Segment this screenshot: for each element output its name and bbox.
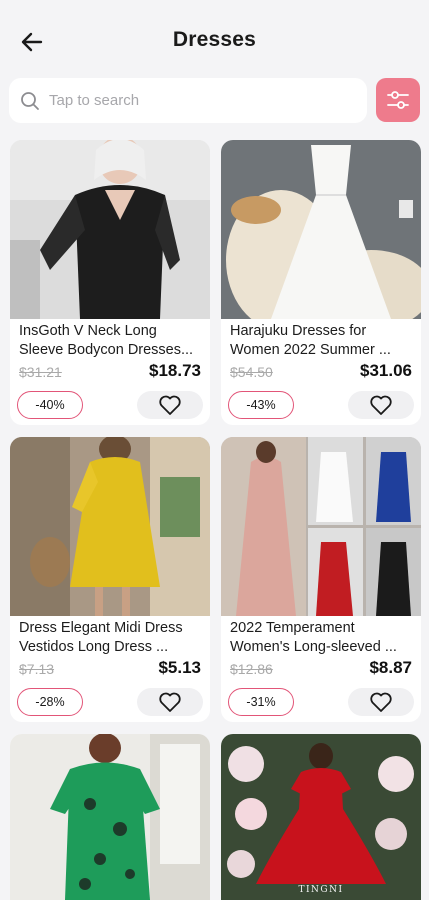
sale-price: $18.73 [149,361,201,380]
product-image[interactable] [10,734,210,900]
sale-price: $31.06 [360,361,412,380]
search-input[interactable] [49,92,339,109]
sale-price: $5.13 [158,658,201,677]
favorite-button[interactable] [137,391,203,419]
brand-watermark: TINGNI [298,885,343,895]
product-image[interactable] [10,437,210,616]
discount-badge: -28% [17,688,83,716]
sale-price: $8.87 [369,658,412,677]
product-image[interactable] [10,140,210,319]
favorite-button[interactable] [348,391,414,419]
filter-button[interactable] [376,78,420,122]
product-name[interactable]: 2022 Temperament Women's Long-sleeved ..… [230,619,416,656]
heart-icon [159,395,181,415]
product-image[interactable] [221,437,421,616]
product-card[interactable]: Dress Elegant Midi Dress Vestidos Long D… [10,437,210,722]
original-price: $7.13 [19,661,55,677]
product-card[interactable]: TINGNI [221,734,421,900]
search-bar[interactable] [9,78,367,123]
discount-badge: -31% [228,688,294,716]
heart-icon [370,395,392,415]
product-name[interactable]: InsGoth V Neck Long Sleeve Bodycon Dress… [19,322,205,359]
product-card[interactable]: InsGoth V Neck Long Sleeve Bodycon Dress… [10,140,210,425]
favorite-button[interactable] [348,688,414,716]
discount-badge: -40% [17,391,83,419]
favorite-button[interactable] [137,688,203,716]
heart-icon [370,692,392,712]
top-bar: Dresses [0,0,429,80]
page-title: Dresses [172,28,257,51]
product-name[interactable]: Dress Elegant Midi Dress Vestidos Long D… [19,619,205,656]
product-card[interactable]: 2022 Temperament Women's Long-sleeved ..… [221,437,421,722]
original-price: $54.50 [230,364,273,380]
discount-badge: -43% [228,391,294,419]
filter-sliders-icon [387,91,409,109]
original-price: $31.21 [19,364,62,380]
search-icon [19,90,41,112]
original-price: $12.86 [230,661,273,677]
product-image[interactable]: TINGNI [221,734,421,900]
product-image[interactable] [221,140,421,319]
product-card[interactable]: Harajuku Dresses for Women 2022 Summer .… [221,140,421,425]
product-name[interactable]: Harajuku Dresses for Women 2022 Summer .… [230,322,416,359]
heart-icon [159,692,181,712]
product-card[interactable] [10,734,210,900]
